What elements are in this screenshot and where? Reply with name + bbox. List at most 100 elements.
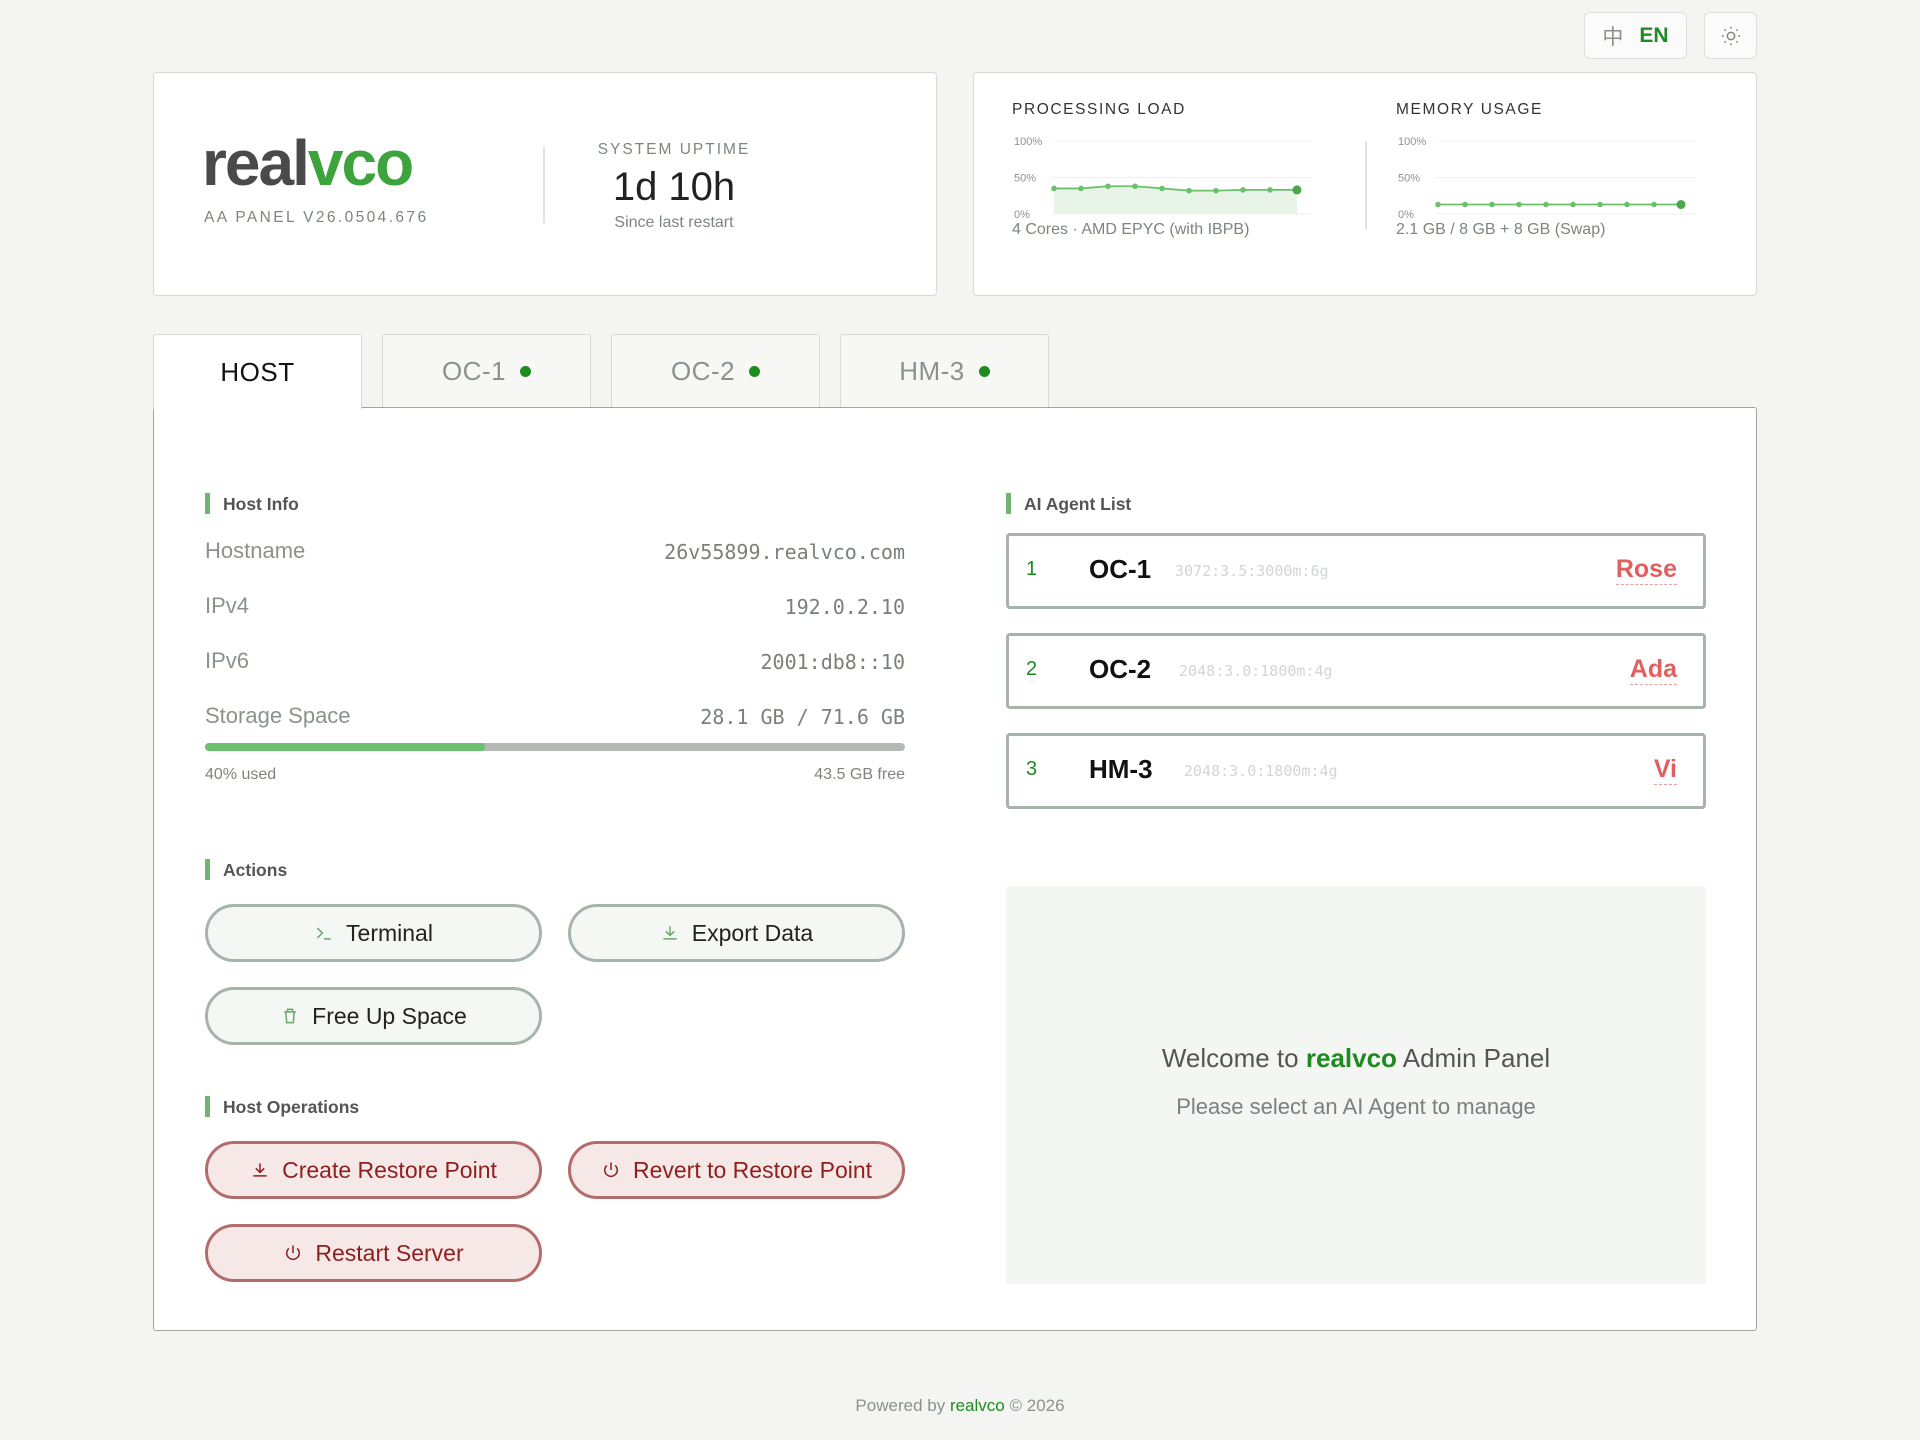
agent-number: 1 <box>1026 558 1038 580</box>
agent-spec: 2048:3.0:1800m:4g <box>1179 662 1333 680</box>
power-icon <box>286 1245 301 1260</box>
status-dot-icon <box>978 366 990 377</box>
storage-progress-fill <box>205 743 485 751</box>
tab-label: HM-3 <box>899 356 965 386</box>
terminal-icon <box>316 927 331 940</box>
memory-usage-point <box>1676 200 1686 210</box>
info-row-ipv6: IPv6 2001:db8::10 <box>205 648 905 678</box>
tab-bar: HOST OC-1 OC-2 HM-3 <box>153 334 1049 409</box>
processing-load-point <box>1159 185 1165 192</box>
processing-load-tick-label: 50% <box>1014 173 1036 185</box>
status-dot-icon <box>749 366 761 377</box>
create-restore-point-button[interactable]: Create Restore Point <box>205 1141 542 1199</box>
realvco-logo: realvco <box>202 127 414 199</box>
processing-load-point <box>1186 187 1192 194</box>
info-key: Hostname <box>205 538 306 563</box>
export-data-button[interactable]: Export Data <box>568 904 905 962</box>
lang-zh-option[interactable]: 中 <box>1602 21 1623 51</box>
processing-load-point <box>1051 185 1057 192</box>
processing-load-point <box>1078 185 1084 192</box>
welcome-brand: realvco <box>1305 1043 1397 1073</box>
button-label: Terminal <box>346 919 433 946</box>
memory-usage-tick-label: 100% <box>1398 136 1426 148</box>
processing-load-tick-label: 0% <box>1014 209 1030 221</box>
footer: Powered by realvco © 2026 <box>855 1396 1065 1415</box>
memory-usage-tick-label: 50% <box>1398 173 1420 185</box>
terminal-button[interactable]: Terminal <box>205 904 542 962</box>
agent-item-oc-1[interactable]: 1 OC-1 3072:3.5:3000m:6g Rose <box>1006 533 1706 609</box>
processing-load-point <box>1105 183 1111 190</box>
info-row-hostname: Hostname 26v55899.realvco.com <box>205 538 905 568</box>
divider <box>543 147 545 223</box>
tab-hm-3[interactable]: HM-3 <box>840 334 1049 408</box>
host-info-title: Host Info <box>205 493 299 515</box>
power-icon <box>604 1162 618 1177</box>
revert-restore-point-button[interactable]: Revert to Restore Point <box>568 1141 905 1199</box>
processing-load-point <box>1292 185 1302 195</box>
agent-item-hm-3[interactable]: 3 HM-3 2048:3.0:1800m:4g Vi <box>1006 733 1706 809</box>
memory-usage-point <box>1624 201 1630 208</box>
memory-usage-point <box>1570 201 1576 208</box>
uptime-label: SYSTEM UPTIME <box>597 141 751 158</box>
sun-icon <box>1721 26 1740 45</box>
free-up-space-button[interactable]: Free Up Space <box>205 987 542 1045</box>
memory-usage-point <box>1489 201 1495 208</box>
tab-label: OC-1 <box>441 356 507 386</box>
button-label: Create Restore Point <box>282 1156 497 1183</box>
info-value: 192.0.2.10 <box>784 595 905 619</box>
brand-card: realvco AA PANEL V26.0504.676 SYSTEM UPT… <box>153 72 937 296</box>
uptime-value: 1d 10h <box>612 165 736 209</box>
processing-load-desc: 4 Cores · AMD EPYC (with IBPB) <box>1012 221 1250 238</box>
info-value: 28.1 GB / 71.6 GB <box>700 705 905 729</box>
storage-free-text: 43.5 GB free <box>814 766 905 783</box>
agent-owner[interactable]: Rose <box>1615 555 1677 585</box>
button-label: Restart Server <box>315 1239 464 1266</box>
agent-number: 3 <box>1026 758 1038 780</box>
tab-oc-1[interactable]: OC-1 <box>382 334 591 408</box>
divider <box>1365 141 1367 229</box>
agent-owner[interactable]: Ada <box>1629 655 1677 685</box>
host-operations-title: Host Operations <box>205 1096 359 1118</box>
memory-usage-point <box>1462 201 1468 208</box>
lang-en-option[interactable]: EN <box>1639 24 1668 48</box>
processing-load-point <box>1132 183 1138 190</box>
info-value: 2001:db8::10 <box>760 650 906 674</box>
agent-spec: 2048:3.0:1800m:4g <box>1184 762 1338 780</box>
agent-owner[interactable]: Vi <box>1653 755 1677 785</box>
agent-name: OC-2 <box>1089 654 1152 684</box>
agent-item-oc-2[interactable]: 2 OC-2 2048:3.0:1800m:4g Ada <box>1006 633 1706 709</box>
tab-label: HOST <box>220 356 295 387</box>
ai-agent-list-title: AI Agent List <box>1006 493 1131 515</box>
memory-usage-title: MEMORY USAGE <box>1396 101 1543 118</box>
tab-oc-2[interactable]: OC-2 <box>611 334 820 408</box>
theme-toggle-button[interactable] <box>1704 12 1757 59</box>
memory-usage-chart: 100% 50% 0% <box>1398 136 1696 221</box>
tab-host[interactable]: HOST <box>153 334 362 409</box>
uptime-subtitle: Since last restart <box>614 214 734 231</box>
welcome-placeholder: Welcome to realvco Admin Panel Please se… <box>1006 886 1706 1284</box>
button-label: Free Up Space <box>312 1002 467 1029</box>
processing-load-point <box>1267 187 1273 193</box>
agent-name: HM-3 <box>1089 754 1153 784</box>
stats-card: PROCESSING LOAD 100% 50% 0% 4 Cores · AMD … <box>973 72 1757 296</box>
download-icon <box>253 1163 267 1177</box>
storage-used-text: 40% used <box>205 766 277 783</box>
host-panel: Host Info Hostname 26v55899.realvco.com … <box>153 407 1757 1331</box>
memory-usage-desc: 2.1 GB / 8 GB + 8 GB (Swap) <box>1396 221 1606 238</box>
memory-usage-point <box>1435 201 1441 208</box>
processing-load-tick-label: 100% <box>1014 136 1042 148</box>
agent-spec: 3072:3.5:3000m:6g <box>1175 562 1329 580</box>
memory-usage-point <box>1543 201 1549 208</box>
memory-usage-stat: MEMORY USAGE 100% 50% 0% 2.1 GB / 8 GB + 8… <box>1396 101 1716 281</box>
info-value: 26v55899.realvco.com <box>664 540 905 564</box>
language-switch[interactable]: 中 EN <box>1584 12 1687 59</box>
restart-server-button[interactable]: Restart Server <box>205 1224 542 1282</box>
footer-brand-link[interactable]: realvco <box>950 1396 1005 1415</box>
system-uptime: SYSTEM UPTIME 1d 10h Since last restart <box>564 141 784 232</box>
memory-usage-point <box>1651 201 1657 208</box>
memory-usage-point <box>1597 201 1603 208</box>
info-row-storage: Storage Space 28.1 GB / 71.6 GB <box>205 703 905 733</box>
welcome-subtitle: Please select an AI Agent to manage <box>1176 1094 1536 1119</box>
welcome-title: Welcome to realvco Admin Panel <box>1161 1043 1551 1073</box>
processing-load-stat: PROCESSING LOAD 100% 50% 0% 4 Cores · AMD … <box>1012 101 1332 281</box>
